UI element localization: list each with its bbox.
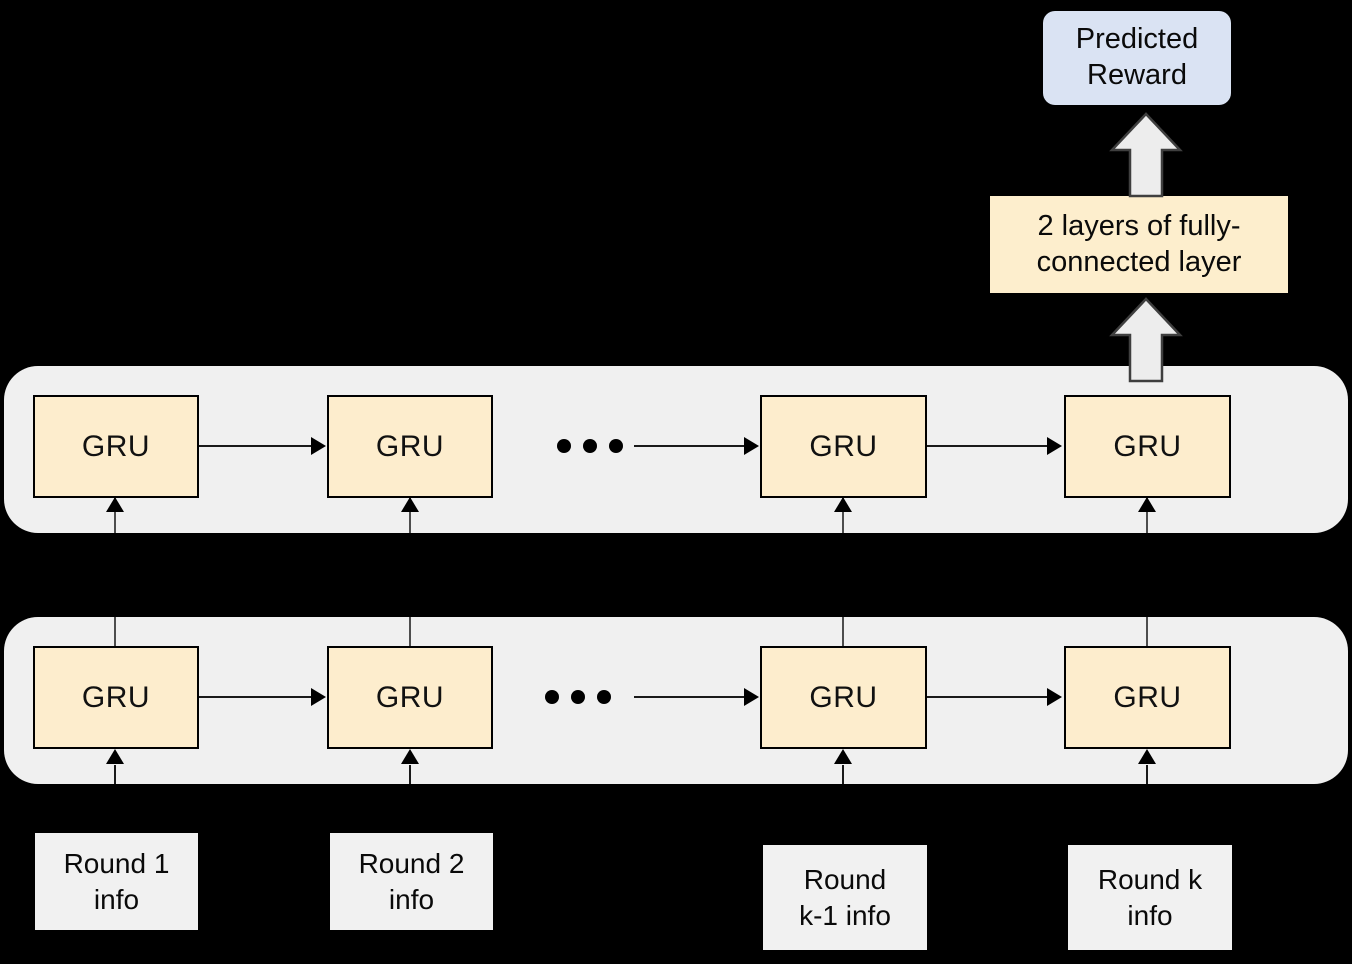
recurrent-arrowhead-upper-1-2 — [311, 437, 326, 455]
gru-cell-label: GRU — [81, 429, 151, 463]
fc-line2: connected layer — [1036, 245, 1242, 278]
input-arrowhead-3 — [834, 749, 852, 764]
interlayer-arrowhead-3 — [834, 497, 852, 512]
interlayer-link-4-lower — [1146, 617, 1148, 646]
interlayer-arrowhead-2 — [401, 497, 419, 512]
input-line-4 — [1146, 765, 1148, 784]
input-box-line1: Round k — [1097, 863, 1203, 895]
interlayer-link-3-lower — [842, 617, 844, 646]
gru-cell-upper-1[interactable]: GRU — [33, 395, 199, 498]
recurrent-arrowhead-lower-3-4 — [1047, 688, 1062, 706]
reward-line2: Reward — [1087, 59, 1187, 91]
ellipsis-lower — [545, 690, 611, 704]
input-box-line1: Round 1 — [63, 847, 170, 879]
ellipsis-dot — [583, 439, 597, 453]
recurrent-arrowhead-lower-ellipsis-3 — [744, 688, 759, 706]
gru-cell-label: GRU — [1113, 429, 1182, 463]
gru-cell-upper-2[interactable]: GRU — [327, 395, 493, 498]
fully-connected-layer-box[interactable]: 2 layers of fully- connected layer — [990, 196, 1288, 293]
input-arrowhead-2 — [401, 749, 419, 764]
interlayer-arrowhead-1 — [106, 497, 124, 512]
recurrent-arrowhead-upper-3-4 — [1047, 437, 1062, 455]
recurrent-line-lower-3-4 — [927, 696, 1047, 698]
recurrent-line-lower-ellipsis-3 — [634, 696, 744, 698]
input-line-2 — [409, 765, 411, 784]
interlayer-link-1-lower — [114, 617, 116, 646]
input-box-round-2[interactable]: Round 2 info — [330, 833, 493, 930]
gru-cell-upper-4[interactable]: GRU — [1064, 395, 1231, 498]
gru-cell-label: GRU — [1113, 680, 1182, 714]
block-arrow-gru-to-fc — [1108, 297, 1184, 383]
gru-cell-label: GRU — [375, 429, 445, 463]
ellipsis-dot — [609, 439, 623, 453]
gru-cell-label: GRU — [809, 680, 878, 714]
gru-cell-lower-2[interactable]: GRU — [327, 646, 493, 749]
gru-cell-upper-3[interactable]: GRU — [760, 395, 927, 498]
input-box-line1: Round 2 — [358, 847, 465, 879]
gru-cell-label: GRU — [375, 680, 445, 714]
fc-line1: 2 layers of fully- — [1037, 210, 1241, 243]
input-arrowhead-4 — [1138, 749, 1156, 764]
input-box-line2: info — [93, 883, 140, 915]
recurrent-line-lower-1-2 — [199, 696, 311, 698]
interlayer-arrowhead-4 — [1138, 497, 1156, 512]
input-arrowhead-1 — [106, 749, 124, 764]
gru-cell-label: GRU — [81, 680, 151, 714]
block-arrow-fc-to-reward — [1108, 112, 1184, 198]
interlayer-link-2-lower — [409, 617, 411, 646]
gru-cell-label: GRU — [809, 429, 878, 463]
ellipsis-dot — [597, 690, 611, 704]
ellipsis-dot — [571, 690, 585, 704]
ellipsis-dot — [557, 439, 571, 453]
input-box-line1: Round — [803, 863, 887, 895]
reward-line1: Predicted — [1075, 23, 1199, 56]
input-line-1 — [114, 765, 116, 784]
recurrent-line-upper-1-2 — [199, 445, 311, 447]
ellipsis-upper — [557, 439, 623, 453]
input-box-round-1[interactable]: Round 1 info — [35, 833, 198, 930]
input-box-line2: info — [388, 883, 435, 915]
architecture-diagram: GRU GRU GRU GRU GRU GRU GRU GRU Round 1 … — [0, 0, 1352, 964]
input-box-round-k[interactable]: Round k info — [1068, 845, 1232, 950]
input-box-line2: k-1 info — [799, 899, 891, 931]
gru-cell-lower-1[interactable]: GRU — [33, 646, 199, 749]
gru-cell-lower-4[interactable]: GRU — [1064, 646, 1231, 749]
recurrent-line-upper-3-4 — [927, 445, 1047, 447]
recurrent-arrowhead-upper-ellipsis-3 — [744, 437, 759, 455]
ellipsis-dot — [545, 690, 559, 704]
input-box-round-k-1[interactable]: Round k-1 info — [763, 845, 927, 950]
recurrent-line-upper-ellipsis-3 — [634, 445, 744, 447]
recurrent-arrowhead-lower-1-2 — [311, 688, 326, 706]
predicted-reward-box[interactable]: Predicted Reward — [1043, 11, 1231, 105]
gru-cell-lower-3[interactable]: GRU — [760, 646, 927, 749]
input-line-3 — [842, 765, 844, 784]
input-box-line2: info — [1127, 899, 1173, 931]
